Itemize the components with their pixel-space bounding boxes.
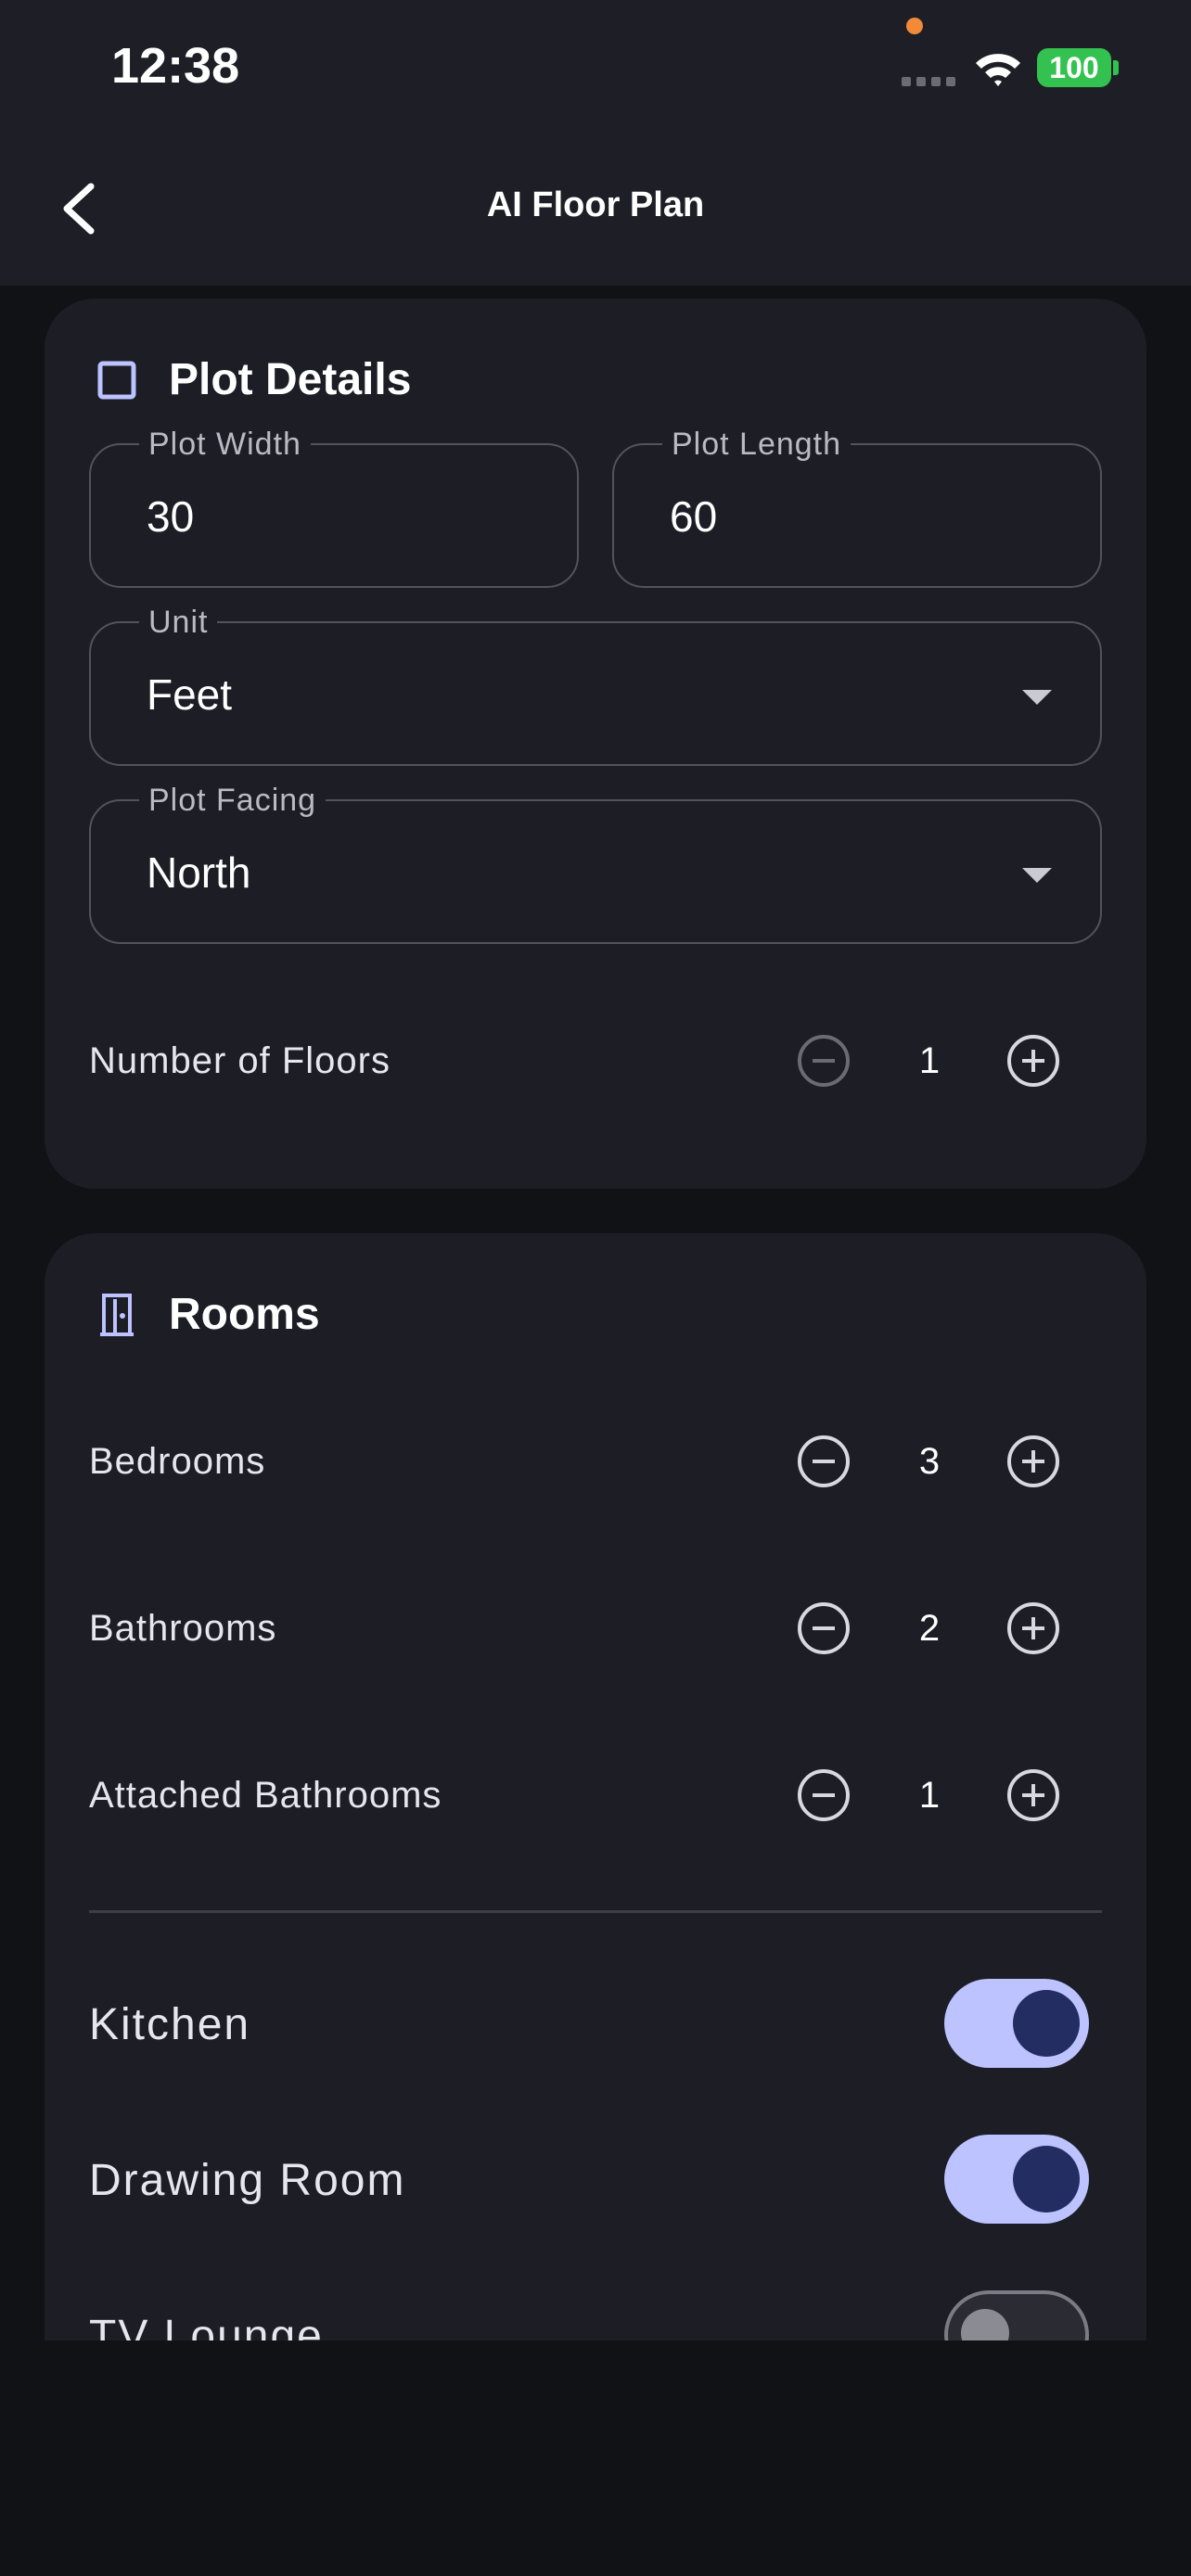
floors-decrement-icon[interactable]	[796, 1033, 852, 1089]
floors-increment-icon[interactable]	[1005, 1033, 1061, 1089]
bottom-area	[0, 2340, 1191, 2576]
bedrooms-label: Bedrooms	[89, 1441, 266, 1482]
bedrooms-increment-icon[interactable]	[1005, 1434, 1061, 1489]
unit-value: Feet	[147, 670, 233, 719]
status-time: 12:38	[111, 38, 240, 94]
rooms-header: Rooms	[96, 1289, 320, 1340]
drawing-room-label: Drawing Room	[89, 2156, 406, 2205]
plot-facing-value: North	[147, 848, 251, 897]
plot-length-value: 60	[670, 492, 718, 541]
square-outline-icon	[97, 361, 136, 399]
plot-width-value: 30	[147, 492, 195, 541]
attached-bathrooms-increment-icon[interactable]	[1005, 1767, 1061, 1823]
bedrooms-count: 3	[918, 1441, 941, 1482]
toggle-knob	[1013, 1990, 1080, 2057]
plot-length-field[interactable]: Plot Length 60	[612, 427, 1102, 588]
plot-facing-dropdown[interactable]: Plot Facing North	[89, 783, 1102, 944]
kitchen-toggle[interactable]	[944, 1979, 1089, 2068]
unit-dropdown[interactable]: Unit Feet	[89, 605, 1102, 766]
top-bar: 12:38 100 AI Floor Plan	[0, 0, 1191, 286]
unit-label: Unit	[139, 605, 218, 641]
dropdown-arrow-icon	[1022, 868, 1052, 883]
page-title: AI Floor Plan	[486, 185, 705, 224]
plot-details-header: Plot Details	[96, 354, 411, 405]
bathrooms-label: Bathrooms	[89, 1608, 277, 1649]
plot-width-field[interactable]: Plot Width 30	[89, 427, 579, 588]
recording-indicator	[906, 18, 923, 34]
rooms-heading: Rooms	[169, 1290, 320, 1339]
rooms-card: Rooms Bedrooms 3 Bathrooms 2 Attached Ba…	[45, 1233, 1146, 2379]
attached-bathrooms-label: Attached Bathrooms	[89, 1775, 442, 1816]
door-icon	[100, 1293, 134, 1336]
toggle-knob	[1013, 2146, 1080, 2213]
attached-bathrooms-count: 1	[918, 1775, 941, 1816]
plot-details-card: Plot Details Plot Width 30 Plot Length 6…	[45, 299, 1146, 1189]
plot-length-label: Plot Length	[662, 427, 852, 463]
floors-label: Number of Floors	[89, 1040, 391, 1081]
cellular-signal-icon	[902, 74, 961, 91]
plot-details-heading: Plot Details	[169, 355, 412, 404]
plot-width-label: Plot Width	[139, 427, 311, 463]
bathrooms-increment-icon[interactable]	[1005, 1600, 1061, 1656]
plot-facing-label: Plot Facing	[139, 783, 327, 819]
bathrooms-count: 2	[918, 1608, 941, 1649]
wifi-icon	[976, 54, 1020, 86]
bedrooms-decrement-icon[interactable]	[796, 1434, 852, 1489]
kitchen-label: Kitchen	[89, 2000, 251, 2049]
floors-count: 1	[918, 1040, 941, 1081]
battery-indicator: 100	[1037, 48, 1111, 87]
dropdown-arrow-icon	[1022, 690, 1052, 705]
rooms-divider	[89, 1910, 1102, 1913]
bathrooms-decrement-icon[interactable]	[796, 1600, 852, 1656]
drawing-room-toggle[interactable]	[944, 2135, 1089, 2224]
attached-bathrooms-decrement-icon[interactable]	[796, 1767, 852, 1823]
battery-tip	[1113, 60, 1119, 75]
